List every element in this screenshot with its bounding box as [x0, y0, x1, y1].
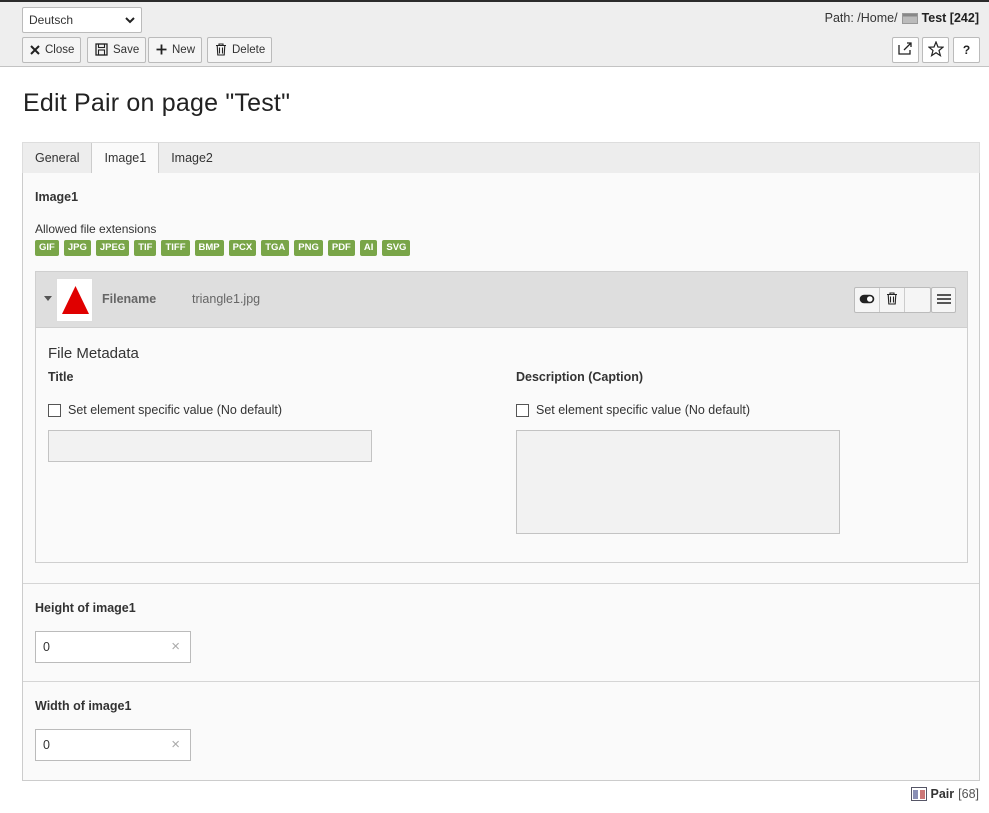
save-button-label: Save: [113, 44, 140, 56]
width-input[interactable]: 0 ×: [35, 729, 191, 761]
external-link-icon: [898, 42, 913, 58]
toggle-icon: [859, 293, 875, 307]
trash-icon: [886, 292, 898, 308]
checkbox-icon[interactable]: [516, 403, 529, 417]
title-label: Title: [48, 370, 74, 384]
title-checkbox-label: Set element specific value (No default): [68, 403, 282, 417]
extension-badge: PDF: [327, 240, 355, 256]
filename-label: Filename: [102, 292, 157, 306]
delete-button-label: Delete: [232, 44, 266, 56]
width-label: Width of image1: [35, 699, 132, 713]
doc-header: Deutsch Path: /Home/ Test [242] Close Sa…: [0, 2, 989, 67]
close-icon: [30, 44, 40, 57]
extension-badge: GIF: [35, 240, 59, 256]
height-input[interactable]: 0 ×: [35, 631, 191, 663]
extension-badge: BMP: [194, 240, 224, 256]
triangle-thumbnail-icon: [62, 286, 89, 314]
file-thumbnail[interactable]: [56, 278, 93, 322]
help-button[interactable]: ?: [953, 37, 980, 63]
tab-bar: General Image1 Image2: [22, 142, 980, 175]
tab-image1[interactable]: Image1: [91, 143, 160, 175]
section-divider: [23, 681, 979, 682]
description-textarea[interactable]: [516, 430, 840, 534]
close-button[interactable]: Close: [22, 37, 82, 63]
extension-badge: TGA: [261, 240, 290, 256]
new-button[interactable]: New: [148, 37, 203, 63]
extension-badge: JPG: [63, 240, 91, 256]
file-reference-panel: Filename triangle1.jpg File Metadata Tit…: [35, 271, 968, 563]
bookmark-button[interactable]: [922, 37, 949, 63]
extension-badge: SVG: [382, 240, 411, 256]
close-button-label: Close: [45, 44, 75, 56]
file-metadata-heading: File Metadata: [48, 345, 139, 362]
extension-badge: AI: [359, 240, 378, 256]
page-title: Edit Pair on page "Test": [23, 89, 291, 117]
allowed-extensions-label: Allowed file extensions: [35, 222, 157, 236]
star-icon: [926, 39, 945, 60]
delete-file-button[interactable]: [880, 288, 905, 312]
new-button-label: New: [172, 44, 196, 56]
record-icon: [910, 787, 927, 801]
extension-badge: PNG: [294, 240, 323, 256]
delete-button[interactable]: Delete: [207, 37, 273, 63]
help-icon: ?: [962, 43, 971, 57]
open-new-window-button[interactable]: [892, 37, 919, 63]
language-select-value: Deutsch: [29, 13, 74, 27]
breadcrumb-path: Path: /Home/: [824, 11, 898, 25]
record-type: Pair: [930, 787, 955, 801]
empty-control: [905, 288, 930, 312]
tab-general[interactable]: General: [23, 143, 91, 174]
record-uid: [68]: [958, 787, 979, 801]
image-section-heading: Image1: [35, 190, 79, 204]
record-info: Pair [68]: [910, 787, 979, 801]
width-value: 0: [43, 738, 50, 752]
description-specific-checkbox[interactable]: Set element specific value (No default): [516, 403, 750, 417]
height-label: Height of image1: [35, 601, 136, 615]
breadcrumb-page-title[interactable]: Test [242]: [922, 11, 979, 25]
file-controls: [854, 287, 931, 313]
language-select[interactable]: Deutsch: [22, 7, 142, 33]
extension-badge: TIF: [134, 240, 157, 256]
checkbox-icon[interactable]: [48, 403, 61, 417]
clear-icon[interactable]: ×: [171, 736, 180, 753]
collapse-caret-icon[interactable]: [44, 295, 52, 304]
save-button[interactable]: Save: [87, 37, 147, 63]
extension-badge: TIFF: [161, 240, 190, 256]
hamburger-icon: [936, 293, 951, 307]
extension-badge: JPEG: [95, 240, 130, 256]
extension-badge: PCX: [228, 240, 257, 256]
filename-value: triangle1.jpg: [192, 292, 261, 306]
tab-image2[interactable]: Image2: [159, 143, 225, 174]
title-input[interactable]: [48, 430, 372, 462]
clear-icon[interactable]: ×: [171, 638, 180, 655]
description-label: Description (Caption): [516, 370, 644, 384]
section-divider: [23, 583, 979, 584]
extension-badge-list: GIF JPG JPEG TIF TIFF BMP PCX TGA PNG PD…: [35, 240, 411, 256]
tab-panel-image1: Image1 Allowed file extensions GIF JPG J…: [22, 173, 980, 781]
visibility-toggle[interactable]: [855, 288, 880, 312]
description-checkbox-label: Set element specific value (No default): [536, 403, 750, 417]
drag-handle-button[interactable]: [931, 287, 956, 313]
file-reference-header[interactable]: Filename triangle1.jpg: [36, 272, 967, 328]
save-icon: [95, 42, 108, 58]
trash-icon: [215, 42, 227, 58]
height-value: 0: [43, 640, 50, 654]
breadcrumb: Path: /Home/ Test [242]: [825, 11, 979, 25]
title-specific-checkbox[interactable]: Set element specific value (No default): [48, 403, 282, 417]
page-icon: [901, 12, 918, 24]
plus-icon: [156, 44, 167, 57]
